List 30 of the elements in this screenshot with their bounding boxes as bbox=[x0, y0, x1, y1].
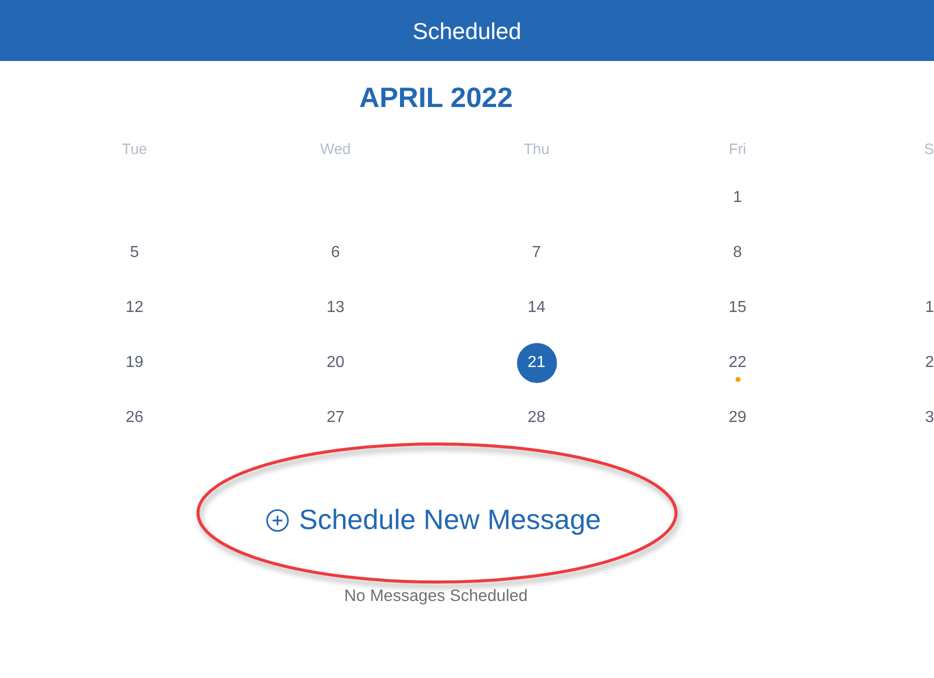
selected-date[interactable]: 21 bbox=[516, 342, 556, 382]
date-number[interactable]: 7 bbox=[532, 242, 541, 262]
date-number[interactable]: 13 bbox=[326, 298, 344, 318]
weekday-label: Fri bbox=[728, 140, 746, 160]
month-title: APRIL 2022 bbox=[359, 82, 513, 114]
weekday-label: S bbox=[924, 140, 934, 160]
date-number[interactable]: 8 bbox=[733, 242, 742, 262]
date-number[interactable]: 2 bbox=[925, 352, 934, 372]
empty-message: No Messages Scheduled bbox=[344, 586, 528, 607]
date-number[interactable]: 5 bbox=[130, 242, 139, 262]
date-number[interactable]: 1 bbox=[925, 298, 934, 318]
date-number[interactable]: 28 bbox=[528, 408, 546, 428]
date-number[interactable]: 29 bbox=[728, 408, 746, 428]
date-number[interactable]: 14 bbox=[528, 298, 546, 318]
date-number[interactable]: 12 bbox=[126, 298, 144, 318]
add-circle-icon bbox=[265, 508, 290, 532]
header-title: Scheduled bbox=[412, 16, 522, 44]
schedule-message-button[interactable]: Schedule New Message bbox=[265, 503, 601, 537]
date-number[interactable]: 20 bbox=[326, 352, 344, 372]
date-number[interactable]: 22 bbox=[728, 352, 746, 372]
date-number[interactable]: 26 bbox=[126, 408, 144, 428]
date-number[interactable]: 1 bbox=[733, 188, 742, 208]
date-number[interactable]: 3 bbox=[925, 408, 934, 428]
date-number[interactable]: 27 bbox=[326, 408, 344, 428]
weekday-label: Thu bbox=[524, 140, 550, 160]
date-number[interactable]: 6 bbox=[331, 242, 340, 262]
weekday-label: Wed bbox=[320, 140, 351, 160]
weekday-label: Tue bbox=[122, 140, 148, 160]
date-number[interactable]: 15 bbox=[728, 298, 746, 318]
date-number[interactable]: 19 bbox=[126, 352, 144, 372]
